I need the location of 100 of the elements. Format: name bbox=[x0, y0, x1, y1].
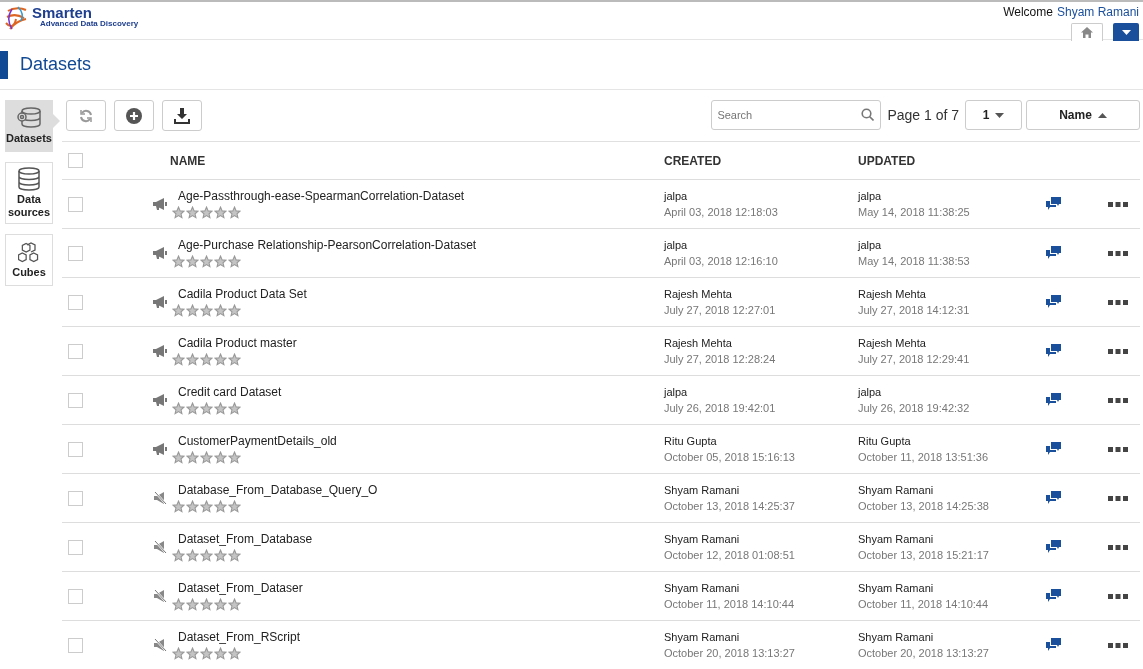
created-by: jalpa bbox=[664, 239, 689, 251]
comments-icon bbox=[1046, 638, 1061, 652]
updated-by: jalpa bbox=[858, 239, 883, 251]
megaphone-icon[interactable] bbox=[153, 345, 167, 357]
updated-date: July 27, 2018 14:12:31 bbox=[858, 304, 971, 316]
comments-icon bbox=[1046, 197, 1061, 211]
updated-date: October 13, 2018 15:21:17 bbox=[858, 549, 990, 561]
page-dropdown[interactable]: 1 bbox=[965, 100, 1022, 130]
created-by: Ritu Gupta bbox=[664, 435, 718, 447]
comments-button[interactable] bbox=[1046, 491, 1061, 505]
created-by: Shyam Ramani bbox=[664, 631, 741, 643]
created-date: October 05, 2018 15:16:13 bbox=[664, 451, 796, 463]
search-icon[interactable] bbox=[861, 108, 875, 121]
created-by: Rajesh Mehta bbox=[664, 288, 733, 300]
row-checkbox[interactable] bbox=[68, 392, 83, 408]
comments-icon bbox=[1046, 246, 1061, 260]
muted-megaphone-icon[interactable] bbox=[153, 540, 167, 554]
updated-by: Ritu Gupta bbox=[858, 435, 912, 447]
dataset-name[interactable]: Database_From_Database_Query_O bbox=[178, 483, 664, 497]
created-date: July 27, 2018 12:27:01 bbox=[664, 304, 777, 316]
download-icon bbox=[174, 107, 190, 124]
comments-icon bbox=[1046, 295, 1061, 309]
comments-icon bbox=[1046, 393, 1061, 407]
row-checkbox[interactable] bbox=[68, 490, 83, 506]
home-button[interactable] bbox=[1071, 23, 1103, 41]
menu-button[interactable] bbox=[1113, 23, 1139, 41]
megaphone-icon[interactable] bbox=[153, 198, 167, 210]
megaphone-icon[interactable] bbox=[153, 296, 167, 308]
row-checkbox[interactable] bbox=[68, 539, 83, 555]
updated-by: Rajesh Mehta bbox=[858, 337, 927, 349]
dataset-name[interactable]: Age-Purchase Relationship-PearsonCorrelation-Dataset bbox=[178, 238, 664, 252]
comments-button[interactable] bbox=[1046, 295, 1061, 309]
column-header[interactable]: UPDATED bbox=[858, 153, 1046, 168]
created-date: July 27, 2018 12:28:24 bbox=[664, 353, 777, 365]
comments-button[interactable] bbox=[1046, 393, 1061, 407]
created-date: July 26, 2018 19:42:01 bbox=[664, 402, 777, 414]
row-checkbox[interactable] bbox=[68, 196, 83, 212]
column-header[interactable]: NAME bbox=[170, 153, 664, 168]
updated-date: October 20, 2018 13:13:27 bbox=[858, 647, 990, 659]
more-icon bbox=[1108, 446, 1128, 452]
updated-by: Shyam Ramani bbox=[858, 582, 935, 594]
sidebar-item[interactable]: Cubes bbox=[5, 234, 53, 287]
dataset-name[interactable]: Cadila Product master bbox=[178, 336, 664, 350]
more-icon bbox=[1108, 642, 1128, 648]
updated-date: July 27, 2018 12:29:41 bbox=[858, 353, 971, 365]
muted-megaphone-icon[interactable] bbox=[153, 638, 167, 652]
muted-megaphone-icon[interactable] bbox=[153, 491, 167, 505]
dataset-name[interactable]: Age-Passthrough-ease-SpearmanCorrelation-Dataset bbox=[178, 189, 664, 203]
megaphone-icon[interactable] bbox=[153, 247, 167, 259]
comments-button[interactable] bbox=[1046, 638, 1061, 652]
caret-icon bbox=[1121, 29, 1131, 35]
database-gear-icon bbox=[16, 106, 42, 131]
muted-megaphone-icon[interactable] bbox=[153, 589, 167, 603]
created-by: Shyam Ramani bbox=[664, 582, 741, 594]
more-icon bbox=[1108, 250, 1128, 256]
created-by: Shyam Ramani bbox=[664, 484, 741, 496]
updated-date: October 11, 2018 13:51:36 bbox=[858, 451, 990, 463]
comments-button[interactable] bbox=[1046, 344, 1061, 358]
row-checkbox[interactable] bbox=[68, 245, 83, 261]
megaphone-icon[interactable] bbox=[153, 394, 167, 406]
user-link[interactable]: Shyam Ramani bbox=[1056, 5, 1139, 19]
updated-by: jalpa bbox=[858, 386, 883, 398]
sort-dropdown[interactable]: Name bbox=[1026, 100, 1140, 130]
more-icon bbox=[1108, 593, 1128, 599]
dataset-name[interactable]: CustomerPaymentDetails_old bbox=[178, 434, 664, 448]
row-checkbox[interactable] bbox=[68, 588, 83, 604]
comments-button[interactable] bbox=[1046, 246, 1061, 260]
created-date: April 03, 2018 12:16:10 bbox=[664, 255, 779, 267]
comments-button[interactable] bbox=[1046, 589, 1061, 603]
add-icon bbox=[126, 107, 142, 124]
megaphone-icon[interactable] bbox=[153, 443, 167, 455]
brand-tagline: Advanced Data Discovery bbox=[40, 20, 139, 28]
cubes-icon bbox=[18, 241, 40, 264]
more-icon bbox=[1108, 397, 1128, 403]
created-by: Rajesh Mehta bbox=[664, 337, 733, 349]
row-checkbox[interactable] bbox=[68, 294, 83, 310]
comments-icon bbox=[1046, 491, 1061, 505]
search-field[interactable]: Search bbox=[711, 100, 882, 130]
comments-button[interactable] bbox=[1046, 540, 1061, 554]
sidebar-item[interactable]: Data sources bbox=[5, 162, 53, 225]
dataset-name[interactable]: Dataset_From_RScript bbox=[178, 630, 664, 644]
row-checkbox[interactable] bbox=[68, 441, 83, 457]
refresh-button[interactable] bbox=[66, 100, 106, 131]
updated-date: October 13, 2018 14:25:38 bbox=[858, 500, 990, 512]
dataset-name[interactable]: Dataset_From_Database bbox=[178, 532, 664, 546]
comments-icon bbox=[1046, 540, 1061, 554]
row-checkbox[interactable] bbox=[68, 637, 83, 653]
download-button[interactable] bbox=[162, 100, 202, 131]
dataset-name[interactable]: Cadila Product Data Set bbox=[178, 287, 664, 301]
dataset-name[interactable]: Credit card Dataset bbox=[178, 385, 664, 399]
comments-button[interactable] bbox=[1046, 442, 1061, 456]
updated-by: Shyam Ramani bbox=[858, 484, 935, 496]
add-button[interactable] bbox=[114, 100, 154, 131]
updated-by: Shyam Ramani bbox=[858, 631, 935, 643]
dataset-name[interactable]: Dataset_From_Dataser bbox=[178, 581, 664, 595]
row-checkbox[interactable] bbox=[68, 343, 83, 359]
created-by: Shyam Ramani bbox=[664, 533, 741, 545]
column-header[interactable]: CREATED bbox=[664, 153, 858, 168]
select-all-checkbox[interactable] bbox=[68, 153, 83, 168]
comments-button[interactable] bbox=[1046, 197, 1061, 211]
